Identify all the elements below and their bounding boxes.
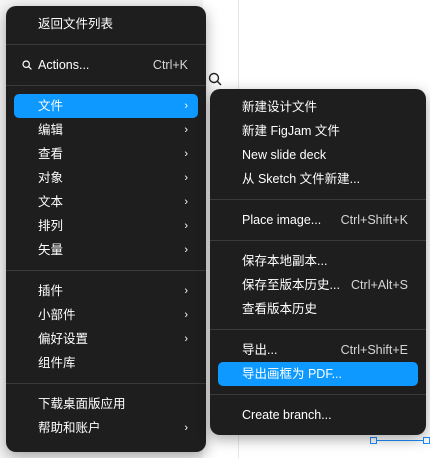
item-label: 组件库 [38,356,76,370]
menu-item-text[interactable]: 文本 › [14,190,198,214]
item-label: 新建设计文件 [242,100,318,114]
chevron-right-icon: › [184,309,188,321]
item-label: Place image... [242,213,322,227]
menu-item-object[interactable]: 对象 › [14,166,198,190]
item-label: 编辑 [38,123,64,137]
menu-item-arrange[interactable]: 排列 › [14,214,198,238]
save-local-copy-item[interactable]: 保存本地副本... [218,249,418,273]
menu-item-preferences[interactable]: 偏好设置 › [14,327,198,351]
item-label: 偏好设置 [38,332,89,346]
back-to-files-item[interactable]: 返回文件列表 [14,12,198,36]
item-label: 保存至版本历史... [242,278,340,292]
selection-handle[interactable] [423,437,430,444]
item-label: 查看 [38,147,64,161]
menu-separator [6,85,206,86]
save-to-version-history-item[interactable]: 保存至版本历史... Ctrl+Alt+S [218,273,418,297]
menu-item-edit[interactable]: 编辑 › [14,118,198,142]
create-branch-item[interactable]: Create branch... [218,403,418,427]
menu-separator [6,270,206,271]
item-label: 导出... [242,343,278,357]
export-frames-to-pdf-item[interactable]: 导出画框为 PDF... [218,362,418,386]
item-label: New slide deck [242,148,327,162]
item-label: 矢量 [38,243,64,257]
view-version-history-item[interactable]: 查看版本历史 [218,297,418,321]
item-shortcut: Ctrl+Shift+E [340,343,408,357]
menu-separator [210,329,426,330]
menu-item-widgets[interactable]: 小部件 › [14,303,198,327]
toolbar-search-icon[interactable] [208,72,224,88]
item-label: 下载桌面版应用 [38,397,126,411]
place-image-item[interactable]: Place image... Ctrl+Shift+K [218,208,418,232]
menu-item-download-desktop[interactable]: 下载桌面版应用 [14,392,198,416]
item-label: 查看版本历史 [242,302,318,316]
menu-separator [210,394,426,395]
menu-item-file[interactable]: 文件 › [14,94,198,118]
actions-item[interactable]: Actions... Ctrl+K [14,53,198,77]
item-label: 文本 [38,195,64,209]
new-design-file-item[interactable]: 新建设计文件 [218,95,418,119]
chevron-right-icon: › [184,422,188,434]
item-label: 从 Sketch 文件新建... [242,172,361,186]
chevron-right-icon: › [184,172,188,184]
item-shortcut: Ctrl+Shift+K [340,213,408,227]
item-label: Actions... [38,58,90,72]
menu-item-view[interactable]: 查看 › [14,142,198,166]
export-item[interactable]: 导出... Ctrl+Shift+E [218,338,418,362]
item-label: 导出画框为 PDF... [242,367,343,381]
selection-handle[interactable] [370,437,377,444]
chevron-right-icon: › [184,100,188,112]
item-label: 文件 [38,99,64,113]
item-label: 返回文件列表 [38,17,114,31]
chevron-right-icon: › [184,220,188,232]
new-figjam-file-item[interactable]: 新建 FigJam 文件 [218,119,418,143]
menu-separator [210,240,426,241]
menu-separator [6,383,206,384]
item-shortcut: Ctrl+Alt+S [351,278,408,292]
item-label: 小部件 [38,308,76,322]
menu-item-vector[interactable]: 矢量 › [14,238,198,262]
file-submenu: 新建设计文件 新建 FigJam 文件 New slide deck 从 Ske… [210,89,426,435]
item-label: 保存本地副本... [242,254,328,268]
item-label: 新建 FigJam 文件 [242,124,340,138]
chevron-right-icon: › [184,285,188,297]
item-label: Create branch... [242,408,332,422]
item-shortcut: Ctrl+K [152,58,188,72]
chevron-right-icon: › [184,333,188,345]
search-icon [20,53,34,77]
chevron-right-icon: › [184,148,188,160]
item-label: 帮助和账户 [38,421,101,435]
new-slide-deck-item[interactable]: New slide deck [218,143,418,167]
chevron-right-icon: › [184,124,188,136]
menu-item-help-account[interactable]: 帮助和账户 › [14,416,198,440]
menu-item-plugins[interactable]: 插件 › [14,279,198,303]
chevron-right-icon: › [184,244,188,256]
menu-separator [6,44,206,45]
menu-item-libraries[interactable]: 组件库 [14,351,198,375]
item-label: 排列 [38,219,64,233]
main-menu: 返回文件列表 Actions... Ctrl+K 文件 › 编辑 › 查看 › … [6,6,206,452]
new-from-sketch-item[interactable]: 从 Sketch 文件新建... [218,167,418,191]
item-label: 插件 [38,284,64,298]
selection-line [374,440,430,441]
item-label: 对象 [38,171,64,185]
chevron-right-icon: › [184,196,188,208]
menu-separator [210,199,426,200]
